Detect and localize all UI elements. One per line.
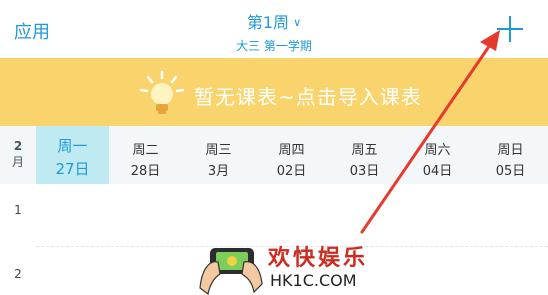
week-label: 第1周 — [246, 13, 290, 32]
day-header-tue[interactable]: 周二 28日 — [109, 126, 182, 184]
day-header-wed[interactable]: 周三 3月 — [182, 126, 255, 184]
day-date: 05日 — [495, 164, 526, 179]
day-name: 周二 — [132, 143, 159, 158]
gamepad-hands-icon — [199, 248, 263, 295]
month-cell: 2 月 — [0, 126, 36, 184]
banner-text[interactable]: 暂无课表~点击导入课表 — [194, 81, 422, 110]
watermark-url: HK1C.COM — [270, 271, 357, 290]
day-date: 04日 — [422, 164, 453, 179]
day-header-thu[interactable]: 周四 02日 — [255, 126, 328, 184]
day-date: 27日 — [55, 160, 90, 178]
day-name: 周四 — [278, 143, 305, 158]
week-selector[interactable]: 第1周 ∨ — [0, 9, 548, 33]
top-bar: 应用 第1周 ∨ 大三 第一学期 — [0, 0, 548, 58]
day-name: 周六 — [424, 143, 451, 158]
day-header-mon[interactable]: 周一 27日 — [36, 126, 109, 184]
day-name: 周五 — [351, 143, 378, 158]
month-number: 2 — [13, 139, 23, 153]
day-name: 周三 — [205, 143, 232, 158]
day-date: 03日 — [349, 164, 380, 179]
chevron-down-icon: ∨ — [293, 16, 302, 29]
plus-icon[interactable] — [497, 16, 523, 42]
term-label: 大三 第一学期 — [236, 39, 312, 53]
watermark-title: 欢快娱乐 — [268, 246, 369, 271]
day-header-sun[interactable]: 周日 05日 — [474, 126, 547, 184]
day-header-fri[interactable]: 周五 03日 — [328, 126, 401, 184]
day-name: 周一 — [57, 137, 88, 155]
period-number: 1 — [14, 203, 22, 217]
lightbulb-icon — [139, 70, 185, 114]
day-date: 02日 — [276, 164, 307, 179]
day-date: 28日 — [130, 164, 161, 179]
period-number: 2 — [14, 267, 22, 281]
day-header-sat[interactable]: 周六 04日 — [401, 126, 474, 184]
day-name: 周日 — [497, 143, 524, 158]
month-unit: 月 — [11, 155, 24, 169]
day-date: 3月 — [207, 164, 230, 179]
